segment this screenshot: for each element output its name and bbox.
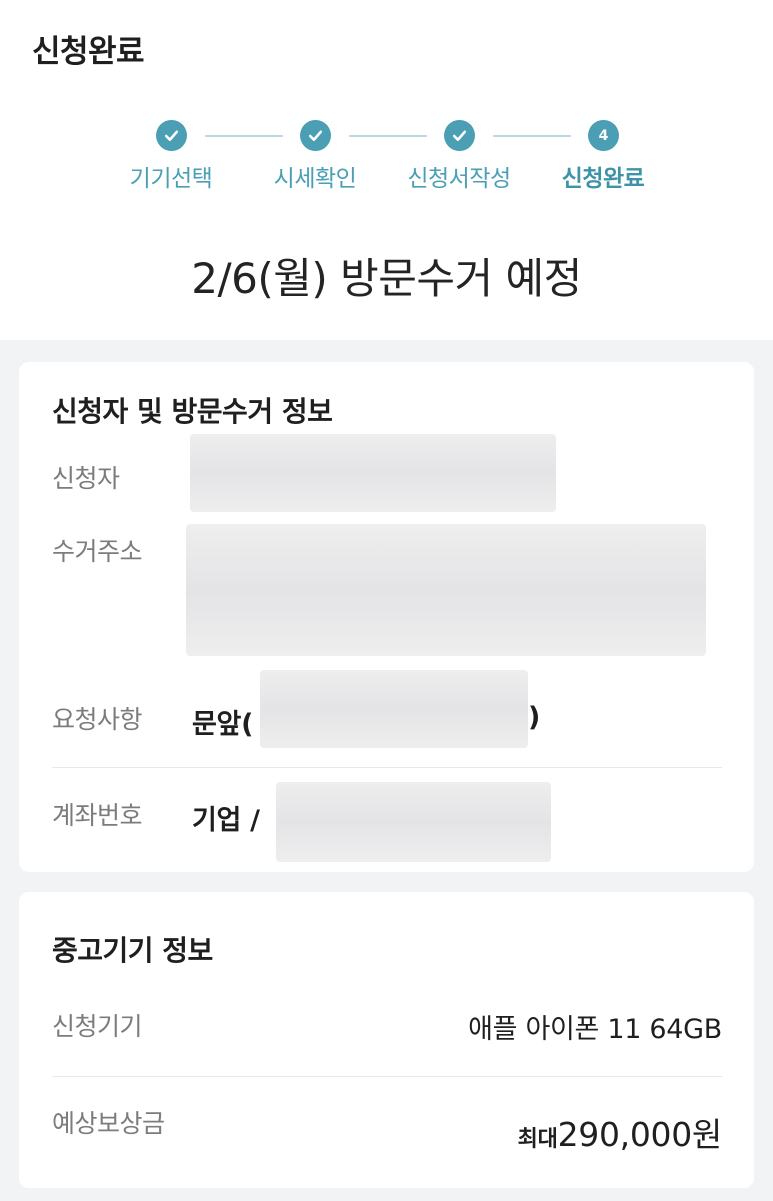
request-label: 요청사항 [52, 705, 143, 734]
step-2-check-icon [300, 120, 331, 151]
device-label: 신청기기 [52, 1012, 143, 1041]
applicant-label: 신청자 [52, 464, 120, 493]
request-value-prefix: 문앞( [192, 709, 254, 740]
account-number-redacted [276, 782, 551, 862]
step-label-complete: 신청완료 [561, 166, 645, 192]
visit-schedule-title: 2/6(월) 방문수거 예정 [191, 254, 582, 303]
request-detail-redacted [260, 670, 528, 748]
address-redacted [186, 524, 706, 656]
divider [52, 1076, 722, 1077]
device-card-title: 중고기기 정보 [52, 934, 213, 967]
step-1-check-icon [156, 120, 187, 151]
price-label: 예상보상금 [52, 1109, 165, 1138]
price-value-group: 최대 290,000원 [517, 1108, 723, 1156]
step-4-indicator: 4 [588, 120, 619, 151]
divider [52, 767, 722, 768]
applicant-info-card: 신청자 및 방문수거 정보 신청자 수거주소 요청사항 문앞( ) 계좌번호 기… [19, 362, 754, 872]
page-title: 신청완료 [32, 34, 145, 70]
device-info-card: 중고기기 정보 신청기기 애플 아이폰 11 64GB 예상보상금 최대 290… [19, 892, 754, 1188]
step-connector [205, 135, 283, 137]
price-value: 290,000원 [557, 1115, 723, 1154]
step-4-number: 4 [598, 127, 609, 144]
header-section: 신청완료 4 기기선택 시세확인 신청서작성 신청완료 2/6(월) 방문수거 … [0, 0, 773, 340]
applicant-card-title: 신청자 및 방문수거 정보 [52, 395, 333, 428]
address-label: 수거주소 [52, 537, 143, 566]
applicant-name-redacted [190, 434, 556, 512]
progress-stepper: 4 기기선택 시세확인 신청서작성 신청완료 [0, 120, 773, 200]
step-label-price-check: 시세확인 [273, 166, 357, 192]
account-value: 기업 / [192, 805, 260, 836]
device-value: 애플 아이폰 11 64GB [468, 1014, 722, 1045]
account-label: 계좌번호 [52, 801, 143, 830]
price-prefix: 최대 [517, 1127, 558, 1152]
step-label-application-form: 신청서작성 [407, 166, 511, 192]
step-label-device-select: 기기선택 [129, 166, 213, 192]
step-3-check-icon [444, 120, 475, 151]
request-value-suffix: ) [528, 702, 541, 733]
step-connector [349, 135, 427, 137]
step-connector [493, 135, 571, 137]
